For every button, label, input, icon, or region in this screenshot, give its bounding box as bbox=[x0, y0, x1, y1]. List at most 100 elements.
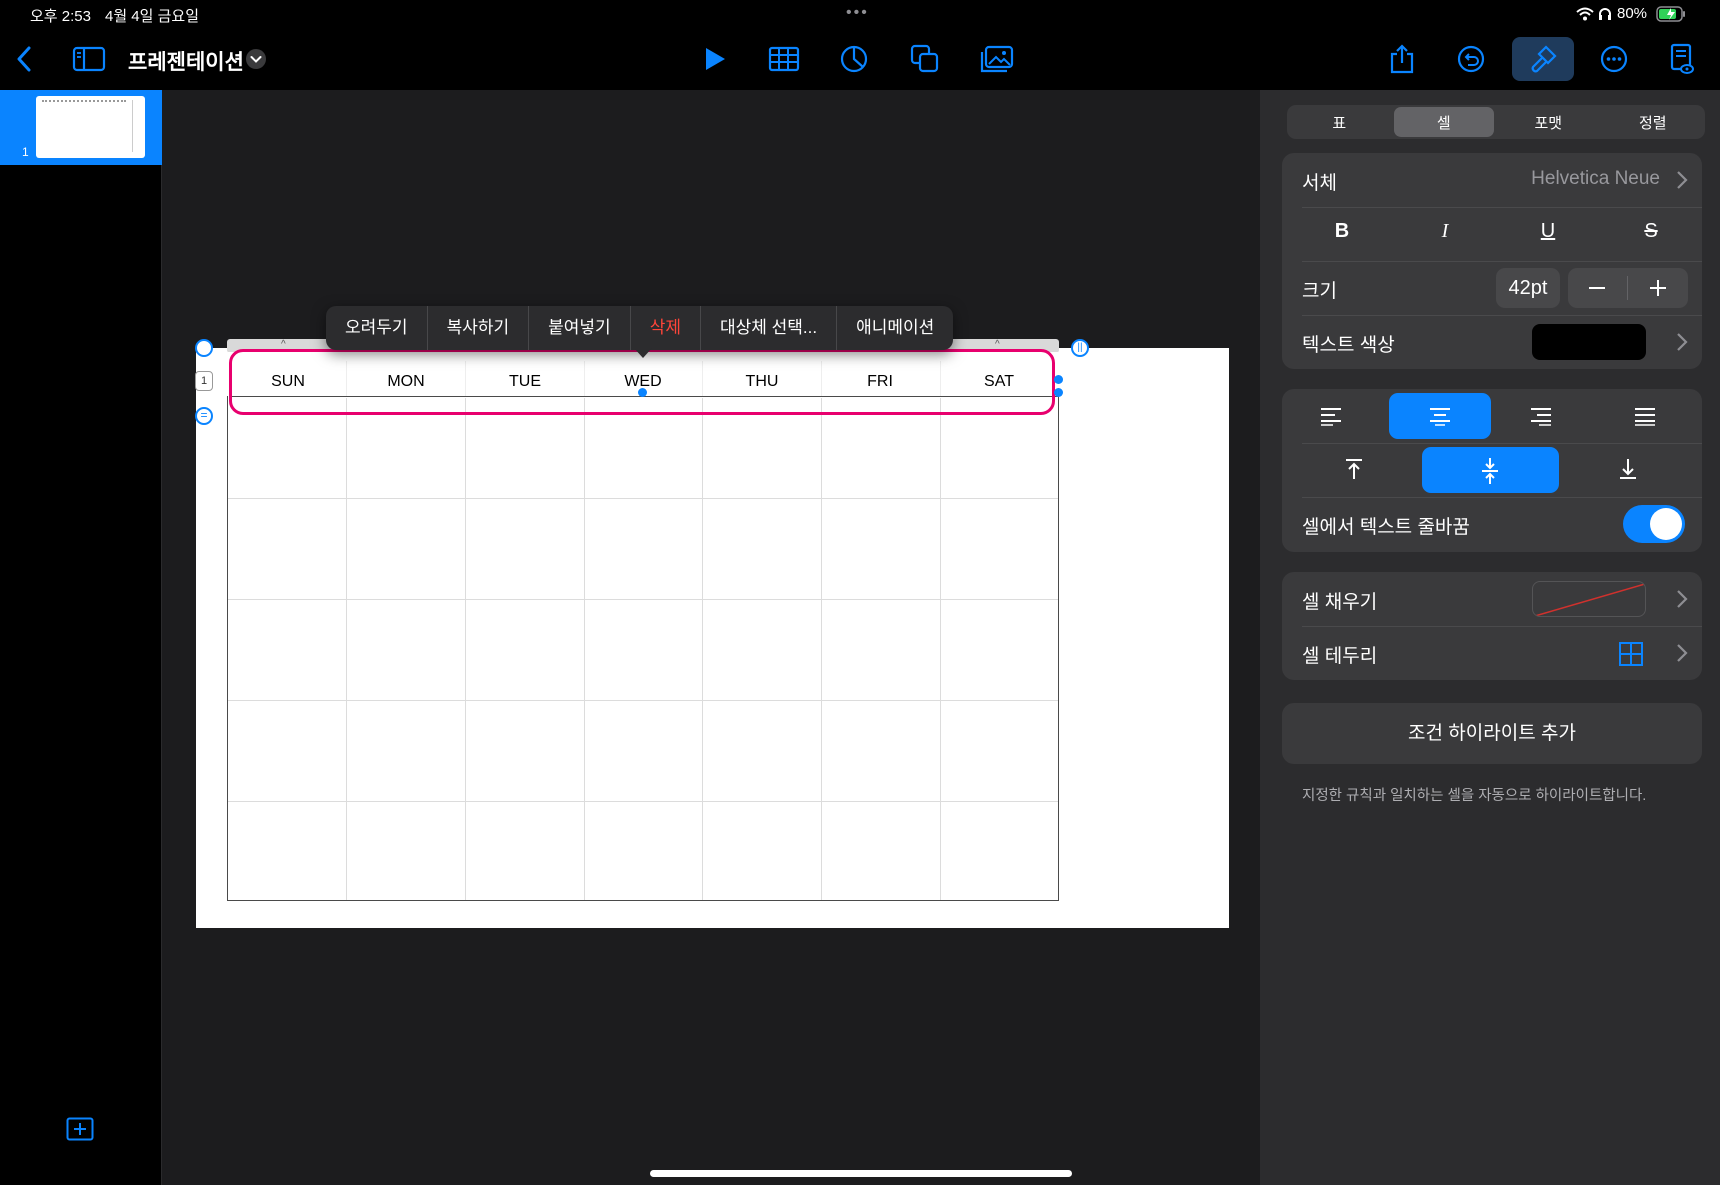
presenter-notes-button[interactable] bbox=[1660, 37, 1704, 81]
align-middle-button[interactable] bbox=[1422, 447, 1559, 493]
add-slide-button[interactable] bbox=[66, 1117, 94, 1141]
inspector-tabs: 표 셀 포맷 정렬 bbox=[1287, 105, 1705, 139]
text-style-row: B I U S bbox=[1282, 207, 1702, 261]
selection-handle-right-top[interactable] bbox=[1054, 375, 1063, 384]
shapes-icon bbox=[910, 44, 939, 73]
ellipsis-circle-icon bbox=[1600, 45, 1628, 73]
cell-border-row[interactable]: 셀 테두리 bbox=[1282, 626, 1702, 680]
pie-chart-icon bbox=[840, 45, 868, 73]
text-group: 서체 Helvetica Neue B I U S 크기 42pt 텍스트 색상 bbox=[1282, 153, 1702, 369]
size-row: 크기 42pt bbox=[1282, 261, 1702, 315]
menu-item-delete[interactable]: 삭제 bbox=[631, 306, 701, 350]
plus-icon[interactable] bbox=[1649, 279, 1667, 297]
undo-button[interactable] bbox=[1449, 37, 1493, 81]
size-value[interactable]: 42pt bbox=[1496, 268, 1560, 308]
battery-percent: 80% bbox=[1617, 5, 1648, 22]
menu-item-paste[interactable]: 붙여넣기 bbox=[529, 306, 631, 350]
strikethrough-button[interactable]: S bbox=[1639, 220, 1663, 243]
text-color-label: 텍스트 색상 bbox=[1302, 335, 1395, 356]
status-date: 4월 4일 금요일 bbox=[105, 8, 200, 25]
toolbar: 프레젠테이션 bbox=[0, 28, 1720, 90]
font-row[interactable]: 서체 Helvetica Neue bbox=[1282, 153, 1702, 207]
multitask-dots-icon[interactable]: ••• bbox=[846, 4, 869, 22]
cell-border-label: 셀 테두리 bbox=[1302, 646, 1378, 667]
selection-handle-bottom[interactable] bbox=[638, 388, 647, 397]
battery-icon bbox=[1656, 6, 1685, 22]
slide-thumbnail[interactable] bbox=[36, 96, 145, 158]
home-indicator[interactable] bbox=[650, 1170, 1072, 1177]
align-bottom-icon[interactable] bbox=[1618, 458, 1638, 480]
rows-handle-icon[interactable]: = bbox=[195, 407, 213, 425]
calendar-table[interactable] bbox=[227, 396, 1059, 901]
font-value: Helvetica Neue bbox=[1531, 168, 1660, 189]
paintbrush-icon bbox=[1531, 45, 1557, 73]
play-button[interactable] bbox=[693, 37, 737, 81]
size-label: 크기 bbox=[1302, 281, 1337, 302]
wrap-text-toggle[interactable] bbox=[1623, 505, 1685, 543]
slide-number: 1 bbox=[22, 145, 29, 159]
insert-media-button[interactable] bbox=[975, 37, 1019, 81]
align-center-button[interactable] bbox=[1389, 393, 1491, 439]
sidebar-icon bbox=[72, 46, 106, 72]
size-stepper bbox=[1568, 268, 1688, 308]
font-label: 서체 bbox=[1302, 173, 1337, 194]
more-button[interactable] bbox=[1592, 37, 1636, 81]
tab-cell[interactable]: 셀 bbox=[1393, 107, 1494, 137]
chevron-right-icon bbox=[1677, 171, 1688, 189]
share-button[interactable] bbox=[1380, 37, 1424, 81]
status-bar: 오후 2:53 4월 4일 금요일 ••• 80% bbox=[0, 0, 1720, 28]
document-title[interactable]: 프레젠테이션 bbox=[128, 46, 244, 76]
table-icon bbox=[768, 46, 800, 72]
no-fill-icon bbox=[1534, 583, 1645, 616]
selection-handle-right-bottom[interactable] bbox=[1054, 388, 1063, 397]
menu-item-copy[interactable]: 복사하기 bbox=[428, 306, 530, 350]
columns-handle-icon[interactable]: || bbox=[1071, 339, 1089, 357]
cell-fill-label: 셀 채우기 bbox=[1302, 592, 1378, 613]
format-button[interactable] bbox=[1512, 37, 1574, 81]
align-left-icon[interactable] bbox=[1320, 406, 1342, 426]
context-menu: 오려두기 복사하기 붙여넣기 삭제 대상체 선택... 애니메이션 bbox=[326, 306, 954, 350]
tab-table[interactable]: 표 bbox=[1289, 107, 1390, 137]
insert-chart-button[interactable] bbox=[832, 37, 876, 81]
back-button[interactable] bbox=[2, 37, 46, 81]
align-middle-icon bbox=[1482, 458, 1498, 484]
navigator-toggle-button[interactable] bbox=[67, 37, 111, 81]
share-icon bbox=[1390, 44, 1414, 74]
align-right-icon[interactable] bbox=[1530, 406, 1552, 426]
undo-icon bbox=[1457, 45, 1485, 73]
chevron-down-circle-icon[interactable] bbox=[245, 48, 267, 70]
play-icon bbox=[706, 48, 725, 70]
cell-style-group: 셀 채우기 셀 테두리 bbox=[1282, 572, 1702, 680]
menu-item-animation[interactable]: 애니메이션 bbox=[837, 306, 953, 350]
align-center-icon bbox=[1430, 408, 1450, 426]
minus-icon[interactable] bbox=[1588, 279, 1606, 297]
tab-format[interactable]: 포맷 bbox=[1498, 107, 1599, 137]
chevron-right-icon bbox=[1677, 590, 1688, 608]
menu-item-select-object[interactable]: 대상체 선택... bbox=[701, 306, 838, 350]
wrap-text-label: 셀에서 텍스트 줄바꿈 bbox=[1302, 517, 1470, 538]
bold-button[interactable]: B bbox=[1330, 220, 1354, 243]
photo-icon bbox=[980, 45, 1014, 73]
align-justify-icon[interactable] bbox=[1634, 406, 1656, 426]
slide-navigator: 1 bbox=[0, 90, 163, 1185]
text-color-swatch[interactable] bbox=[1532, 324, 1646, 360]
table-move-handle[interactable] bbox=[195, 339, 213, 357]
slide-thumbnail-selected[interactable]: 1 bbox=[0, 90, 163, 165]
tab-arrange[interactable]: 정렬 bbox=[1603, 107, 1704, 137]
add-conditional-highlight-button[interactable]: 조건 하이라이트 추가 bbox=[1282, 703, 1702, 764]
text-color-row[interactable]: 텍스트 색상 bbox=[1282, 315, 1702, 369]
border-grid-icon bbox=[1619, 642, 1643, 666]
cell-fill-swatch[interactable] bbox=[1532, 581, 1646, 617]
insert-table-button[interactable] bbox=[762, 37, 806, 81]
cell-fill-row[interactable]: 셀 채우기 bbox=[1282, 572, 1702, 626]
chevron-right-icon bbox=[1677, 333, 1688, 351]
align-top-icon[interactable] bbox=[1344, 458, 1364, 480]
insert-shape-button[interactable] bbox=[903, 37, 947, 81]
thumbnail-table-preview bbox=[42, 100, 126, 104]
row-number-tab[interactable]: 1 bbox=[195, 371, 213, 391]
menu-item-cut[interactable]: 오려두기 bbox=[326, 306, 428, 350]
headphones-icon bbox=[1599, 8, 1611, 20]
italic-button[interactable]: I bbox=[1433, 220, 1457, 243]
underline-button[interactable]: U bbox=[1536, 220, 1560, 243]
wifi-icon bbox=[1576, 7, 1594, 21]
